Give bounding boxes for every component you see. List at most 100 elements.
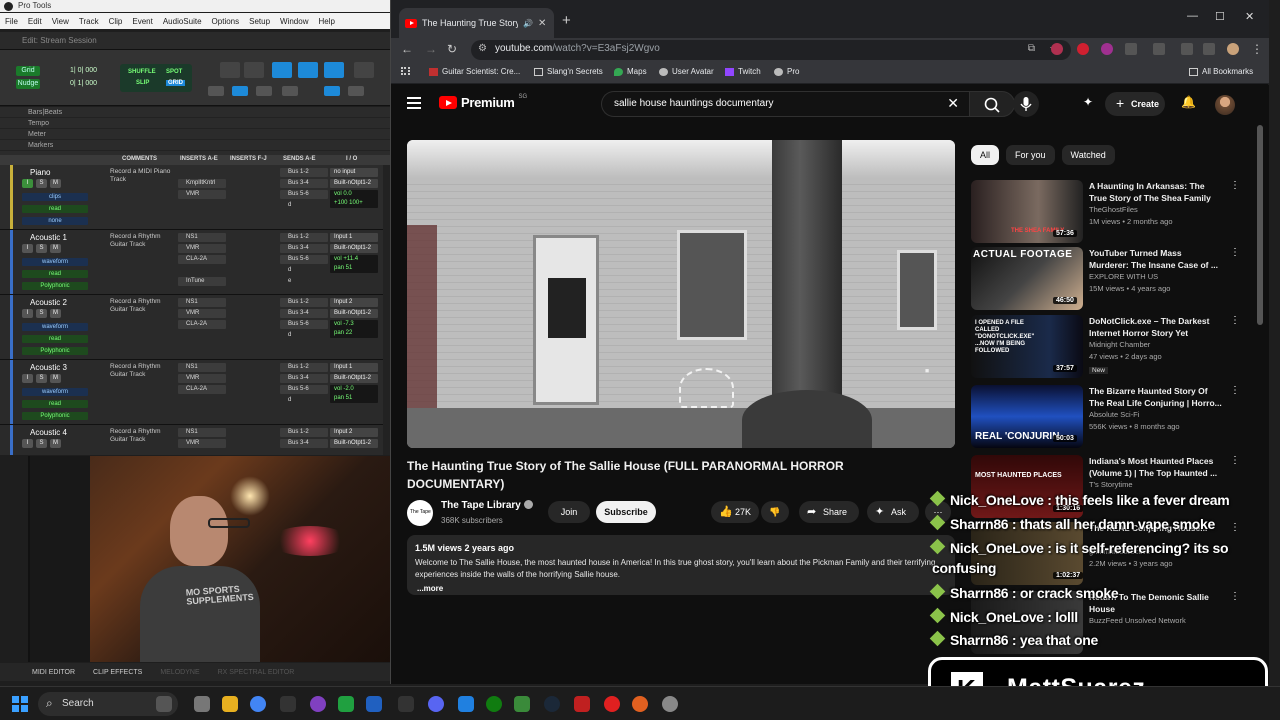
selector-tool-icon[interactable] xyxy=(298,62,318,78)
tab-clip-effects[interactable]: CLIP EFFECTS xyxy=(93,669,142,676)
minimize-icon[interactable]: — xyxy=(1187,10,1198,22)
input-selector[interactable]: no input xyxy=(330,168,378,177)
extension-2-icon[interactable] xyxy=(1077,43,1089,55)
track-view-selector[interactable]: clips xyxy=(22,193,88,201)
menu-audiosuite[interactable]: AudioSuite xyxy=(163,17,202,26)
input-selector[interactable]: Input 2 xyxy=(330,298,378,307)
magnifier-icon[interactable] xyxy=(244,62,264,78)
new-tab-icon[interactable]: + xyxy=(562,12,571,29)
insert-slot[interactable] xyxy=(178,396,226,405)
app-icon-chart[interactable] xyxy=(398,696,414,712)
ilok-icon[interactable] xyxy=(280,696,296,712)
track-row[interactable]: Acoustic 1 Record a Rhythm Guitar Track … xyxy=(0,230,390,295)
solo-button[interactable]: S xyxy=(36,374,47,383)
track-comment[interactable]: Record a Rhythm Guitar Track xyxy=(110,298,172,314)
input-monitor-button[interactable]: I xyxy=(22,179,33,188)
start-menu-icon[interactable] xyxy=(12,696,28,712)
more-options-icon[interactable]: ⋮ xyxy=(1230,315,1240,326)
browser-tab[interactable]: The Haunting True Story of 🔊 ✕ xyxy=(399,8,554,38)
send-slot[interactable]: d xyxy=(280,201,328,210)
mute-button[interactable]: M xyxy=(50,374,61,383)
tool-e-icon[interactable] xyxy=(324,86,340,96)
menu-file[interactable]: File xyxy=(5,17,18,26)
insert-slot[interactable]: VMR xyxy=(178,309,226,318)
profile-avatar[interactable] xyxy=(1227,43,1239,55)
close-tab-icon[interactable]: ✕ xyxy=(538,18,546,29)
track-comment[interactable]: Record a Rhythm Guitar Track xyxy=(110,428,172,444)
insert-slot[interactable]: NS1 xyxy=(178,428,226,437)
input-selector[interactable]: Input 1 xyxy=(330,363,378,372)
track-comment[interactable]: Record a Rhythm Guitar Track xyxy=(110,233,172,249)
chat-gem-icon[interactable]: ✦ xyxy=(1083,95,1093,109)
install-icon[interactable]: ⧉ xyxy=(1028,43,1035,54)
steam-icon[interactable] xyxy=(544,696,560,712)
all-bookmarks[interactable]: All Bookmarks xyxy=(1189,67,1253,76)
volume-pan-readout[interactable]: vol 0.0 +100 100+ xyxy=(330,190,378,208)
track-scrollbar[interactable] xyxy=(383,165,390,455)
input-monitor-button[interactable]: I xyxy=(22,309,33,318)
output-selector[interactable]: Built-nOtpt1-2 xyxy=(330,439,378,448)
tab-search-icon[interactable] xyxy=(1203,43,1215,55)
send-slot[interactable]: Bus 5-6 xyxy=(280,320,328,329)
join-button[interactable]: Join xyxy=(548,501,590,523)
app-icon-opera[interactable] xyxy=(604,696,620,712)
grid-mode-button[interactable]: Grid xyxy=(16,66,40,76)
recommended-video[interactable]: REAL 'CONJURIN 50:03 The Bizarre Haunted… xyxy=(971,385,1241,449)
send-slot[interactable]: Bus 3-4 xyxy=(280,309,328,318)
output-selector[interactable]: Built-nOtpt1-2 xyxy=(330,309,378,318)
menu-track[interactable]: Track xyxy=(79,17,99,26)
track-name[interactable]: Acoustic 2 xyxy=(30,298,67,307)
like-button[interactable]: 👍 27K xyxy=(711,501,759,523)
ruler-markers[interactable]: Markers xyxy=(0,140,390,151)
output-selector[interactable]: Built-nOtpt1-2 xyxy=(330,179,378,188)
chrome-menu-icon[interactable]: ⋮ xyxy=(1251,42,1263,56)
close-window-icon[interactable]: ✕ xyxy=(1245,10,1254,23)
insert-slot[interactable]: CLA-2A xyxy=(178,255,226,264)
apps-grid-icon[interactable] xyxy=(401,67,410,75)
create-button[interactable]: Create xyxy=(1105,91,1165,116)
channel-avatar[interactable] xyxy=(407,500,433,526)
search-button[interactable] xyxy=(969,91,1015,117)
tool-b-icon[interactable] xyxy=(232,86,248,96)
app-icon-blue[interactable] xyxy=(366,696,382,712)
reload-icon[interactable]: ↻ xyxy=(447,42,457,56)
menu-setup[interactable]: Setup xyxy=(249,17,270,26)
solo-button[interactable]: S xyxy=(36,309,47,318)
track-row[interactable]: Acoustic 3 Record a Rhythm Guitar Track … xyxy=(0,360,390,425)
track-view-selector[interactable]: waveform xyxy=(22,388,88,396)
menu-event[interactable]: Event xyxy=(132,17,152,26)
menu-help[interactable]: Help xyxy=(318,17,334,26)
app-icon-purple[interactable] xyxy=(310,696,326,712)
mute-button[interactable]: M xyxy=(50,439,61,448)
xbox-icon[interactable] xyxy=(486,696,502,712)
recommended-video[interactable]: ACTUAL FOOTAGE 46:50 YouTuber Turned Mas… xyxy=(971,247,1241,311)
insert-slot[interactable] xyxy=(178,331,226,340)
recommended-video[interactable]: THE SHEA FAMILY 57:36 A Haunting In Arka… xyxy=(971,180,1241,244)
track-name[interactable]: Acoustic 3 xyxy=(30,363,67,372)
send-slot[interactable]: Bus 1-2 xyxy=(280,298,328,307)
voice-search-button[interactable] xyxy=(1013,91,1039,117)
send-slot[interactable]: Bus 5-6 xyxy=(280,385,328,394)
zoom-tool-icon[interactable] xyxy=(220,62,240,78)
track-view-selector[interactable]: waveform xyxy=(22,258,88,266)
extension-3-icon[interactable] xyxy=(1101,43,1113,55)
track-name[interactable]: Acoustic 1 xyxy=(30,233,67,242)
app-icon-green[interactable] xyxy=(338,696,354,712)
track-view-selector[interactable]: waveform xyxy=(22,323,88,331)
clear-search-icon[interactable]: ✕ xyxy=(947,95,959,112)
send-slot[interactable]: Bus 5-6 xyxy=(280,190,328,199)
bookmark-user-avatar[interactable]: User Avatar xyxy=(659,67,714,76)
send-slot[interactable]: Bus 1-2 xyxy=(280,233,328,242)
insert-slot[interactable]: VMR xyxy=(178,439,226,448)
url-text[interactable]: youtube.com/watch?v=E3aFsj2Wgvo xyxy=(495,43,660,54)
solo-button[interactable]: S xyxy=(36,179,47,188)
insert-slot[interactable]: VMR xyxy=(178,244,226,253)
tool-c-icon[interactable] xyxy=(256,86,272,96)
input-selector[interactable]: Input 1 xyxy=(330,233,378,242)
search-box[interactable]: sallie house hauntings documentary ✕ xyxy=(601,91,969,117)
track-row[interactable]: Piano Record a MIDI Piano Track ● I S M … xyxy=(0,165,390,230)
dislike-button[interactable]: 👎 xyxy=(761,501,789,523)
nudge-value[interactable]: 0| 1| 000 xyxy=(70,80,97,87)
mute-button[interactable]: M xyxy=(50,309,61,318)
track-name[interactable]: Acoustic 4 xyxy=(30,428,67,437)
